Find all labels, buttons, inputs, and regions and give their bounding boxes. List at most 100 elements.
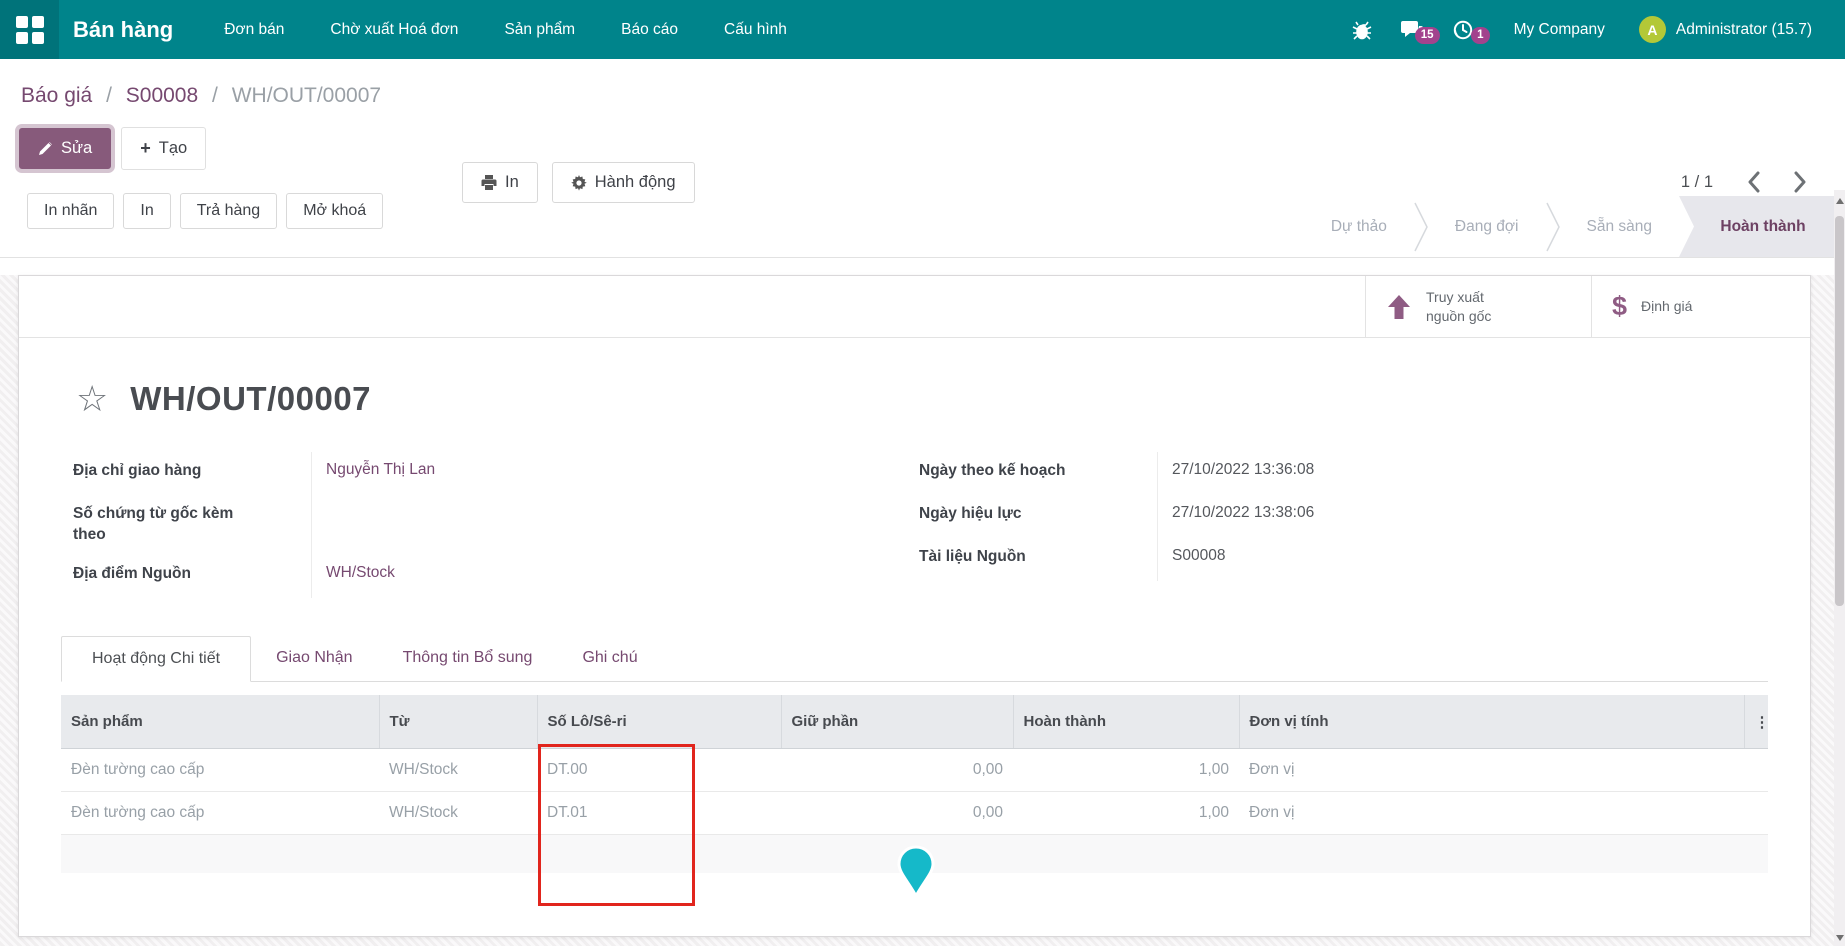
field-origin-docs: Số chứng từ gốc kèm theo [73, 495, 919, 555]
gear-icon [571, 175, 587, 191]
bug-icon [1352, 19, 1372, 41]
cell-uom: Đơn vị [1239, 792, 1744, 835]
scroll-down-icon[interactable] [1836, 935, 1844, 941]
partner-link[interactable]: Nguyễn Thị Lan [311, 452, 919, 495]
header-done[interactable]: Hoàn thành [1013, 695, 1239, 749]
tab-thong-tin-bo-sung[interactable]: Thông tin Bổ sung [378, 636, 558, 681]
breadcrumb: Báo giá / S00008 / WH/OUT/00007 [0, 59, 1845, 108]
tab-detailed-operations[interactable]: Hoạt động Chi tiết [61, 636, 251, 682]
pager-next-icon[interactable] [1794, 171, 1807, 193]
valuation-smart-button[interactable]: $ Định giá [1591, 276, 1810, 337]
field-group-left: Địa chỉ giao hàng Nguyễn Thị Lan Số chứn… [73, 452, 919, 598]
cell-product: Đèn tường cao cấp [61, 749, 379, 792]
header-reserved[interactable]: Giữ phần [781, 695, 1013, 749]
scrollbar-thumb[interactable] [1835, 216, 1844, 606]
menu-cau-hinh[interactable]: Cấu hình [701, 0, 810, 59]
scroll-up-icon[interactable] [1836, 198, 1844, 204]
pager-previous-icon[interactable] [1747, 171, 1760, 193]
messages-button[interactable]: 15 [1386, 19, 1438, 41]
header-from[interactable]: Từ [379, 695, 537, 749]
print-button[interactable]: In [462, 162, 538, 203]
status-hoan-thanh[interactable]: Hoàn thành [1679, 196, 1837, 257]
status-dang-doi[interactable]: Đang đợi [1428, 218, 1546, 236]
vertical-scrollbar [1834, 190, 1845, 946]
user-menu[interactable]: A Administrator (15.7) [1639, 16, 1812, 43]
return-button[interactable]: Trả hàng [180, 193, 277, 229]
cell-from: WH/Stock [379, 792, 537, 835]
apps-menu-button[interactable] [0, 0, 59, 59]
control-panel: Báo giá / S00008 / WH/OUT/00007 Sửa + Tạ… [0, 59, 1845, 258]
field-source-document: Tài liệu Nguồn S00008 [919, 538, 1810, 581]
notebook: Hoạt động Chi tiết Giao Nhận Thông tin B… [19, 636, 1810, 874]
status-separator-icon [1546, 202, 1560, 252]
print-action-group: In Hành động [462, 162, 695, 203]
status-san-sang[interactable]: Sẵn sàng [1560, 218, 1680, 236]
optional-columns-icon[interactable]: ⋮ [1744, 695, 1768, 749]
company-switcher[interactable]: My Company [1514, 21, 1605, 39]
status-du-thao[interactable]: Dự thảo [1304, 218, 1414, 236]
cell-reserved: 0,00 [781, 792, 1013, 835]
header-uom[interactable]: Đơn vị tính [1239, 695, 1744, 749]
cell-product: Đèn tường cao cấp [61, 792, 379, 835]
edit-button[interactable]: Sửa [19, 128, 111, 169]
cell-lot: DT.01 [537, 792, 781, 835]
print-button-2[interactable]: In [123, 193, 170, 229]
activities-button[interactable]: 1 [1438, 19, 1488, 41]
tab-ghi-chu[interactable]: Ghi chú [557, 636, 662, 681]
messages-badge: 15 [1415, 27, 1440, 45]
favorite-star-icon[interactable]: ☆ [76, 381, 108, 417]
arrow-up-icon [1386, 293, 1412, 321]
header-product[interactable]: Sản phẩm [61, 695, 379, 749]
plus-icon: + [140, 138, 151, 159]
unlock-button[interactable]: Mở khoá [286, 193, 383, 229]
cell-reserved: 0,00 [781, 749, 1013, 792]
printer-icon [481, 175, 497, 190]
breadcrumb-separator: / [98, 84, 120, 107]
app-name[interactable]: Bán hàng [73, 17, 173, 43]
pager-value[interactable]: 1 / 1 [1681, 173, 1713, 192]
menu-cho-xuat-hoa-don[interactable]: Chờ xuất Hoá đơn [307, 0, 481, 59]
menu-san-pham[interactable]: Sản phẩm [481, 0, 598, 59]
table-header-row: Sản phẩm Từ Số Lô/Sê-ri Giữ phần Hoàn th… [61, 695, 1768, 749]
top-navbar: Bán hàng Đơn bán Chờ xuất Hoá đơn Sản ph… [0, 0, 1845, 59]
field-effective-date: Ngày hiệu lực 27/10/2022 13:38:06 [919, 495, 1810, 538]
menu-don-ban[interactable]: Đơn bán [201, 0, 307, 59]
activities-badge: 1 [1471, 27, 1489, 45]
cell-done: 1,00 [1013, 749, 1239, 792]
move-lines-table: Sản phẩm Từ Số Lô/Sê-ri Giữ phần Hoàn th… [61, 695, 1768, 836]
apps-grid-icon [16, 16, 44, 44]
content-area: Truy xuất nguồn gốc $ Định giá ☆ WH/OUT/… [0, 275, 1845, 946]
main-menu: Đơn bán Chờ xuất Hoá đơn Sản phẩm Báo cá… [201, 0, 810, 59]
pager: 1 / 1 [1681, 171, 1807, 193]
cell-lot: DT.00 [537, 749, 781, 792]
breadcrumb-separator: / [204, 84, 226, 107]
location-link[interactable]: WH/Stock [311, 555, 919, 598]
traceability-smart-button[interactable]: Truy xuất nguồn gốc [1365, 276, 1591, 337]
dollar-icon: $ [1612, 291, 1627, 322]
systray: 15 1 My Company A Administrator (15.7) [1338, 16, 1845, 43]
menu-bao-cao[interactable]: Báo cáo [598, 0, 701, 59]
tab-giao-nhan[interactable]: Giao Nhận [251, 636, 378, 681]
print-labels-button[interactable]: In nhãn [27, 193, 114, 229]
table-row[interactable]: Đèn tường cao cấp WH/Stock DT.00 0,00 1,… [61, 749, 1768, 792]
cell-done: 1,00 [1013, 792, 1239, 835]
breadcrumb-s00008[interactable]: S00008 [126, 84, 198, 107]
avatar: A [1639, 16, 1666, 43]
form-sheet: Truy xuất nguồn gốc $ Định giá ☆ WH/OUT/… [18, 275, 1811, 937]
field-group-right: Ngày theo kế hoạch 27/10/2022 13:36:08 N… [919, 452, 1810, 598]
cell-uom: Đơn vị [1239, 749, 1744, 792]
breadcrumb-bao-gia[interactable]: Báo giá [21, 84, 92, 107]
create-button[interactable]: + Tạo [121, 127, 206, 170]
tab-bar: Hoạt động Chi tiết Giao Nhận Thông tin B… [61, 636, 1768, 682]
cell-from: WH/Stock [379, 749, 537, 792]
statusbar: Dự thảo Đang đợi Sẵn sàng Hoàn thành [1304, 196, 1837, 257]
table-row[interactable]: Đèn tường cao cấp WH/Stock DT.01 0,00 1,… [61, 792, 1768, 835]
pencil-icon [38, 141, 53, 156]
action-menu-button[interactable]: Hành động [552, 162, 695, 203]
smart-button-row: Truy xuất nguồn gốc $ Định giá [19, 276, 1810, 338]
field-delivery-address: Địa chỉ giao hàng Nguyễn Thị Lan [73, 452, 919, 495]
header-lot[interactable]: Số Lô/Sê-ri [537, 695, 781, 749]
debug-button[interactable] [1338, 19, 1386, 41]
page-title: WH/OUT/00007 [130, 380, 371, 418]
field-groups: Địa chỉ giao hàng Nguyễn Thị Lan Số chứn… [19, 452, 1810, 598]
